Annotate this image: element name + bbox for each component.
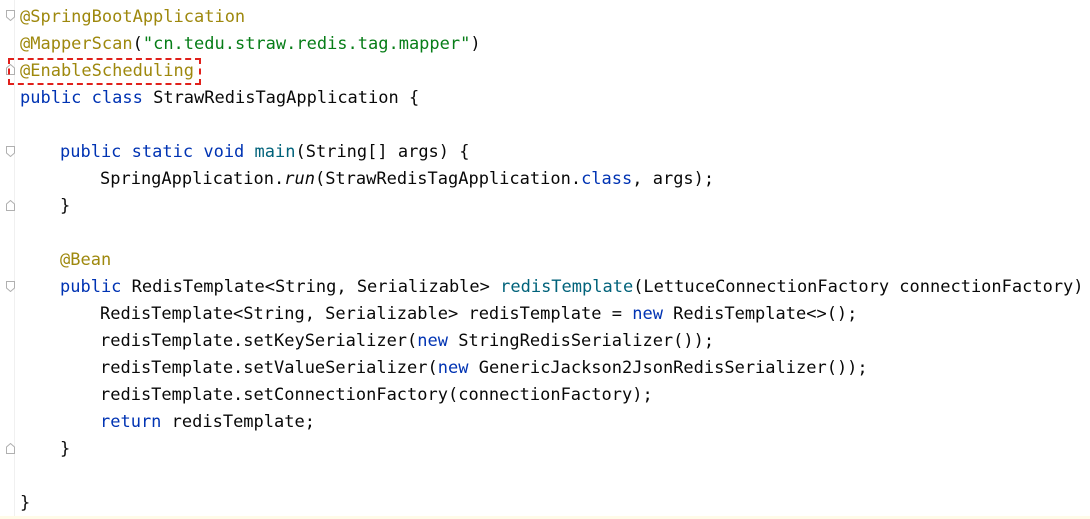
fold-start-icon[interactable] (6, 10, 15, 21)
code-text: RedisTemplate<String, Serializable> redi… (100, 304, 633, 324)
keyword: void (203, 142, 245, 162)
code-line-14[interactable]: redisTemplate.setValueSerializer(new Gen… (100, 355, 868, 382)
code-text: } (60, 439, 71, 459)
code-line-7[interactable]: SpringApplication.run(StrawRedisTagAppli… (100, 166, 714, 193)
code-line-16[interactable]: return redisTemplate; (100, 409, 315, 436)
keyword: public (60, 142, 122, 162)
keyword: static (131, 142, 194, 162)
fold-end-icon[interactable] (6, 200, 15, 211)
code-text: redisTemplate.setValueSerializer( (100, 358, 438, 378)
method-name: redisTemplate (500, 277, 634, 297)
code-editor[interactable]: @SpringBootApplication @MapperScan("cn.t… (0, 0, 1090, 519)
annotation: @Bean (60, 250, 112, 270)
code-line-15[interactable]: redisTemplate.setConnectionFactory(conne… (100, 382, 653, 409)
code-text: GenericJackson2JsonRedisSerializer()); (468, 358, 868, 378)
code-line-6[interactable]: public static void main(String[] args) { (60, 139, 470, 166)
code-text: SpringApplication. (100, 169, 285, 189)
keyword: new (417, 331, 448, 351)
annotation: @MapperScan (20, 34, 133, 54)
keyword: new (437, 358, 469, 378)
code-text: } (20, 493, 31, 513)
code-text: RedisTemplate<>(); (662, 304, 858, 324)
code-line-19[interactable]: } (20, 490, 30, 517)
paren: ( (132, 34, 143, 54)
code-text: , args); (632, 169, 715, 189)
code-line-12[interactable]: RedisTemplate<String, Serializable> redi… (100, 301, 857, 328)
code-text: (LettuceConnectionFactory connectionFact… (633, 277, 1090, 297)
code-text: (String[] args) { (295, 142, 470, 162)
keyword: public (20, 88, 82, 108)
code-text: StrawRedisTagApplication { (142, 88, 420, 108)
code-line-10[interactable]: @Bean (60, 247, 111, 274)
paren: ) (470, 34, 481, 54)
code-text: redisTemplate; (161, 412, 315, 432)
highlight-annotation-box (8, 58, 201, 85)
code-text: StringRedisSerializer()); (448, 331, 715, 351)
keyword: class (91, 88, 143, 108)
code-text: redisTemplate.setKeySerializer( (100, 331, 418, 351)
code-line-2[interactable]: @MapperScan("cn.tedu.straw.redis.tag.map… (20, 31, 481, 58)
code-line-8[interactable]: } (60, 193, 70, 220)
keyword: return (100, 412, 162, 432)
code-text: } (60, 196, 71, 216)
method-name: main (254, 142, 296, 162)
method-call: run (284, 169, 315, 189)
fold-start-icon[interactable] (6, 281, 15, 292)
string-literal: "cn.tedu.straw.redis.tag.mapper" (142, 34, 471, 54)
fold-start-icon[interactable] (6, 146, 15, 157)
code-text: (StrawRedisTagApplication. (314, 169, 582, 189)
code-line-1[interactable]: @SpringBootApplication (20, 4, 245, 31)
code-text: redisTemplate.setConnectionFactory(conne… (100, 385, 653, 405)
keyword: new (632, 304, 663, 324)
code-line-17[interactable]: } (60, 436, 70, 463)
keyword: public (60, 277, 122, 297)
annotation: @SpringBootApplication (20, 7, 246, 27)
code-text: RedisTemplate<String, Serializable> (121, 277, 501, 297)
code-line-11[interactable]: public RedisTemplate<String, Serializabl… (60, 274, 1090, 301)
fold-end-icon[interactable] (6, 443, 15, 454)
code-line-13[interactable]: redisTemplate.setKeySerializer(new Strin… (100, 328, 714, 355)
code-line-4[interactable]: public class StrawRedisTagApplication { (20, 85, 419, 112)
keyword: class (581, 169, 633, 189)
